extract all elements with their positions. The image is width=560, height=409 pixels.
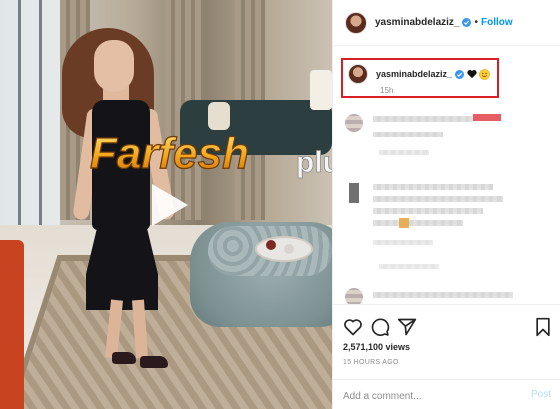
background-sofa	[180, 100, 332, 155]
header-separator: •	[474, 17, 478, 28]
share-button[interactable]	[397, 317, 417, 337]
verified-badge-icon	[462, 18, 472, 27]
background-vase	[208, 102, 230, 130]
tray-object	[284, 244, 294, 254]
comment-bar: Post	[333, 379, 560, 409]
person-shoe	[112, 352, 136, 364]
avatar[interactable]	[345, 11, 367, 34]
post-timestamp[interactable]: 15 HOURS AGO	[343, 359, 399, 366]
caption-time[interactable]: 15h	[380, 86, 393, 95]
background-lamp	[310, 70, 332, 110]
header-username[interactable]: yasminabdelaziz_	[375, 17, 459, 28]
person-dress-skirt	[86, 220, 158, 310]
blurred-reply-link	[379, 150, 429, 155]
smiling-face-icon	[479, 68, 490, 80]
blurred-comment-emoji	[399, 218, 409, 228]
instagram-post: Farfesh plus .com yasminabdelaziz_ • Fol…	[0, 0, 560, 409]
blurred-comment-text	[373, 292, 513, 298]
caption-avatar[interactable]	[348, 64, 368, 84]
person-shoe	[140, 356, 168, 368]
follow-button[interactable]: Follow	[481, 17, 513, 28]
black-heart-icon	[467, 69, 477, 79]
caption-highlight: yasminabdelaziz_ 15h	[341, 58, 499, 98]
blurred-comment-text	[373, 184, 493, 190]
view-count[interactable]: 2,571,100 views	[343, 342, 410, 352]
red-chair	[0, 240, 24, 409]
blurred-comment-emoji	[473, 114, 501, 121]
like-button[interactable]	[343, 317, 363, 337]
caption-username[interactable]: yasminabdelaziz_	[376, 69, 452, 79]
post-comment-button[interactable]: Post	[531, 389, 551, 400]
heart-icon	[344, 319, 362, 336]
post-header: yasminabdelaziz_ • Follow	[333, 0, 560, 46]
tray-object	[266, 240, 276, 250]
comment-input[interactable]	[343, 388, 513, 404]
caption-row: yasminabdelaziz_	[348, 64, 497, 84]
blurred-comment-text	[373, 220, 463, 226]
comment-button[interactable]	[370, 317, 390, 337]
blurred-comment-meta	[373, 240, 433, 245]
bookmark-icon	[536, 317, 550, 337]
blurred-comment-avatar	[349, 183, 359, 203]
background-window	[0, 0, 60, 250]
verified-badge-icon	[455, 69, 465, 79]
blurred-comment-meta	[373, 132, 443, 137]
blurred-reply-link	[379, 264, 439, 269]
blurred-comment-text	[373, 196, 503, 202]
play-icon	[152, 184, 188, 226]
post-side-panel: yasminabdelaziz_ • Follow yasminabdelazi…	[332, 0, 560, 409]
blurred-comment-text	[373, 116, 473, 122]
play-button[interactable]	[142, 180, 192, 230]
person-face	[94, 40, 134, 92]
blurred-comment-avatar	[345, 114, 363, 132]
save-button[interactable]	[533, 317, 553, 337]
post-video[interactable]	[0, 0, 332, 409]
post-actions: 2,571,100 views 15 HOURS AGO Post	[333, 304, 560, 409]
comment-icon	[371, 318, 390, 336]
paper-plane-icon	[397, 318, 417, 336]
blurred-comment-text	[373, 208, 483, 214]
